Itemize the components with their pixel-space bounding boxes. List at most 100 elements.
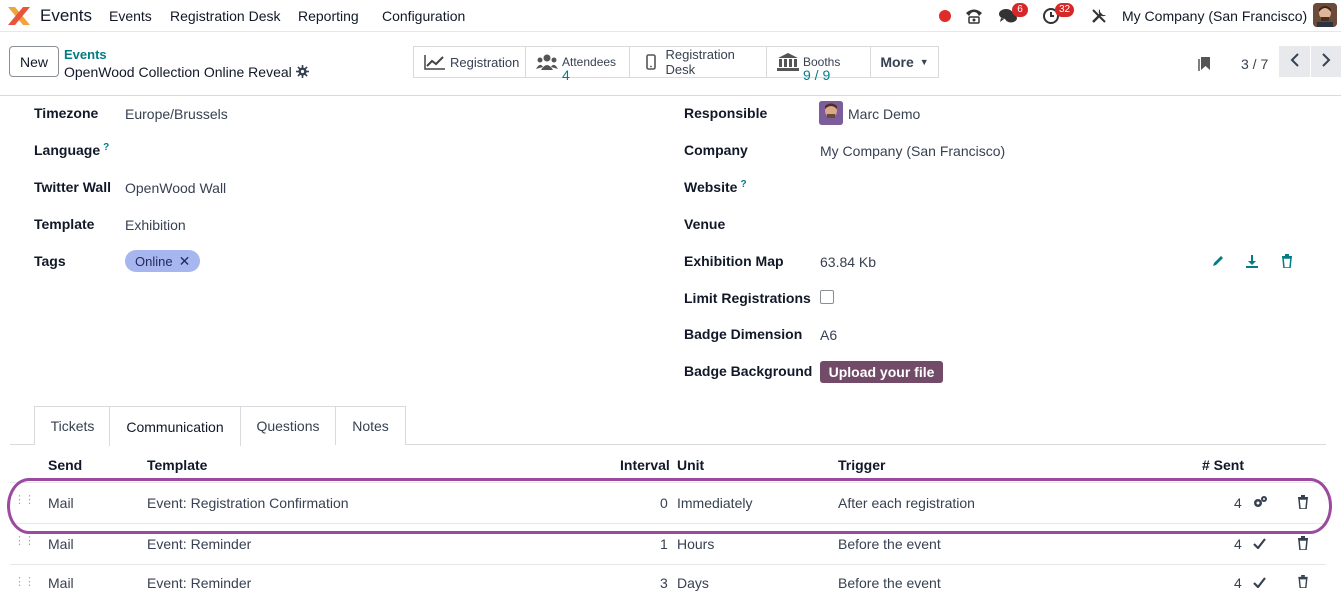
trash-icon[interactable] <box>1297 575 1309 588</box>
row-send: Mail <box>48 495 74 511</box>
attendees-smart-button[interactable]: Attendees 4 <box>525 46 630 82</box>
new-button[interactable]: New <box>9 46 59 77</box>
website-label: Website? <box>684 179 747 195</box>
row-sent: 4 <box>1234 575 1242 591</box>
pager-value[interactable]: 3 / 7 <box>1241 56 1268 72</box>
badge-dimension-label: Badge Dimension <box>684 326 803 342</box>
registration-smart-button[interactable]: Registration <box>413 46 526 78</box>
twitter-wall-label: Twitter Wall <box>34 179 111 195</box>
tag-online: Online ✕ <box>125 250 201 272</box>
trash-icon[interactable] <box>1297 536 1309 550</box>
menu-registration-desk[interactable]: Registration Desk <box>170 8 281 24</box>
recording-dot-icon[interactable] <box>934 5 956 27</box>
exhibition-map-label: Exhibition Map <box>684 253 784 269</box>
app-name[interactable]: Events <box>40 6 92 26</box>
drag-handle-icon[interactable]: ⋮⋮ <box>14 495 35 509</box>
company-field[interactable]: My Company (San Francisco) <box>820 143 1005 159</box>
download-icon[interactable] <box>1244 253 1260 269</box>
menu-reporting[interactable]: Reporting <box>298 8 359 24</box>
upload-file-button[interactable]: Upload your file <box>820 361 943 383</box>
tools-icon[interactable] <box>1088 5 1110 27</box>
activities-badge: 32 <box>1055 3 1075 17</box>
template-field[interactable]: Exhibition <box>125 217 186 233</box>
attendees-count: 4 <box>562 66 570 83</box>
mobile-phone-icon <box>640 53 662 71</box>
caret-down-icon: ▼ <box>919 57 929 67</box>
pencil-edit-icon[interactable] <box>1210 253 1226 269</box>
breadcrumb-parent[interactable]: Events <box>64 47 107 62</box>
booths-count: 9 / 9 <box>803 66 831 83</box>
row-unit: Days <box>677 575 709 591</box>
row-unit: Immediately <box>677 495 753 511</box>
trash-icon[interactable] <box>1297 495 1309 509</box>
row-sent: 4 <box>1234 495 1242 511</box>
row-interval: 0 <box>660 495 668 511</box>
column-sent[interactable]: # Sent <box>1202 457 1244 473</box>
check-icon <box>1253 538 1266 549</box>
trend-chart-icon <box>424 53 446 71</box>
responsible-label: Responsible <box>684 105 768 121</box>
gear-icon[interactable] <box>296 65 309 78</box>
language-label: Language? <box>34 142 110 158</box>
row-template: Event: Reminder <box>147 575 252 591</box>
column-interval[interactable]: Interval <box>620 457 670 473</box>
row-interval: 1 <box>660 536 668 552</box>
timezone-field[interactable]: Europe/Brussels <box>125 106 228 122</box>
chevron-left-icon <box>1290 53 1300 70</box>
check-icon <box>1253 577 1266 588</box>
responsible-avatar <box>819 101 843 125</box>
more-dropdown-button[interactable]: More ▼ <box>870 46 939 78</box>
column-unit[interactable]: Unit <box>677 457 704 473</box>
drag-handle-icon[interactable]: ⋮⋮ <box>14 536 35 550</box>
twitter-wall-field[interactable]: OpenWood Wall <box>125 180 226 196</box>
users-icon <box>536 53 558 71</box>
column-send[interactable]: Send <box>48 457 82 473</box>
booths-smart-button[interactable]: Booths 9 / 9 <box>766 46 871 82</box>
close-icon[interactable]: ✕ <box>179 254 191 268</box>
limit-registrations-label: Limit Registrations <box>684 290 811 306</box>
row-trigger: Before the event <box>838 575 941 591</box>
menu-configuration[interactable]: Configuration <box>382 8 465 24</box>
building-columns-icon <box>777 53 799 71</box>
row-send: Mail <box>48 536 74 552</box>
gears-icon[interactable] <box>1252 495 1268 509</box>
pager-previous-button[interactable] <box>1279 46 1310 77</box>
row-template: Event: Registration Confirmation <box>147 495 349 511</box>
chevron-right-icon <box>1321 53 1331 70</box>
column-template[interactable]: Template <box>147 457 207 473</box>
bookmarks-icon[interactable] <box>1197 55 1213 71</box>
tab-questions[interactable]: Questions <box>241 406 336 445</box>
column-trigger[interactable]: Trigger <box>838 457 885 473</box>
tags-label: Tags <box>34 253 66 269</box>
tab-notes[interactable]: Notes <box>335 406 406 445</box>
control-panel: New Events OpenWood Collection Online Re… <box>0 32 1341 96</box>
exhibition-map-field[interactable]: 63.84 Kb <box>820 254 876 270</box>
badge-dimension-field[interactable]: A6 <box>820 327 837 343</box>
events-logo-icon[interactable] <box>6 5 32 27</box>
timezone-label: Timezone <box>34 105 99 121</box>
trash-icon[interactable] <box>1279 253 1295 269</box>
limit-registrations-checkbox[interactable] <box>820 290 834 304</box>
pager-next-button[interactable] <box>1311 46 1341 77</box>
notebook-tabs: Tickets Communication Questions Notes <box>10 406 1326 446</box>
user-avatar[interactable] <box>1313 3 1337 27</box>
registration-desk-smart-button[interactable]: Registration Desk <box>629 46 767 78</box>
help-tooltip-icon[interactable]: ? <box>103 142 109 153</box>
company-switcher[interactable]: My Company (San Francisco) <box>1122 8 1307 24</box>
messages-badge: 6 <box>1012 3 1028 17</box>
drag-handle-icon[interactable]: ⋮⋮ <box>14 577 35 591</box>
tab-communication[interactable]: Communication <box>109 406 241 446</box>
row-template: Event: Reminder <box>147 536 252 552</box>
more-label: More <box>880 54 914 70</box>
menu-events[interactable]: Events <box>109 8 152 24</box>
venue-label: Venue <box>684 216 726 232</box>
row-send: Mail <box>48 575 74 591</box>
row-trigger: Before the event <box>838 536 941 552</box>
tab-tickets[interactable]: Tickets <box>34 406 110 445</box>
row-sent: 4 <box>1234 536 1242 552</box>
phone-icon[interactable] <box>963 5 985 27</box>
tag-online-label: Online <box>135 253 173 269</box>
responsible-field[interactable]: Marc Demo <box>848 106 920 122</box>
help-tooltip-icon[interactable]: ? <box>740 179 746 190</box>
attendees-smart-label: Attendees <box>562 54 617 69</box>
